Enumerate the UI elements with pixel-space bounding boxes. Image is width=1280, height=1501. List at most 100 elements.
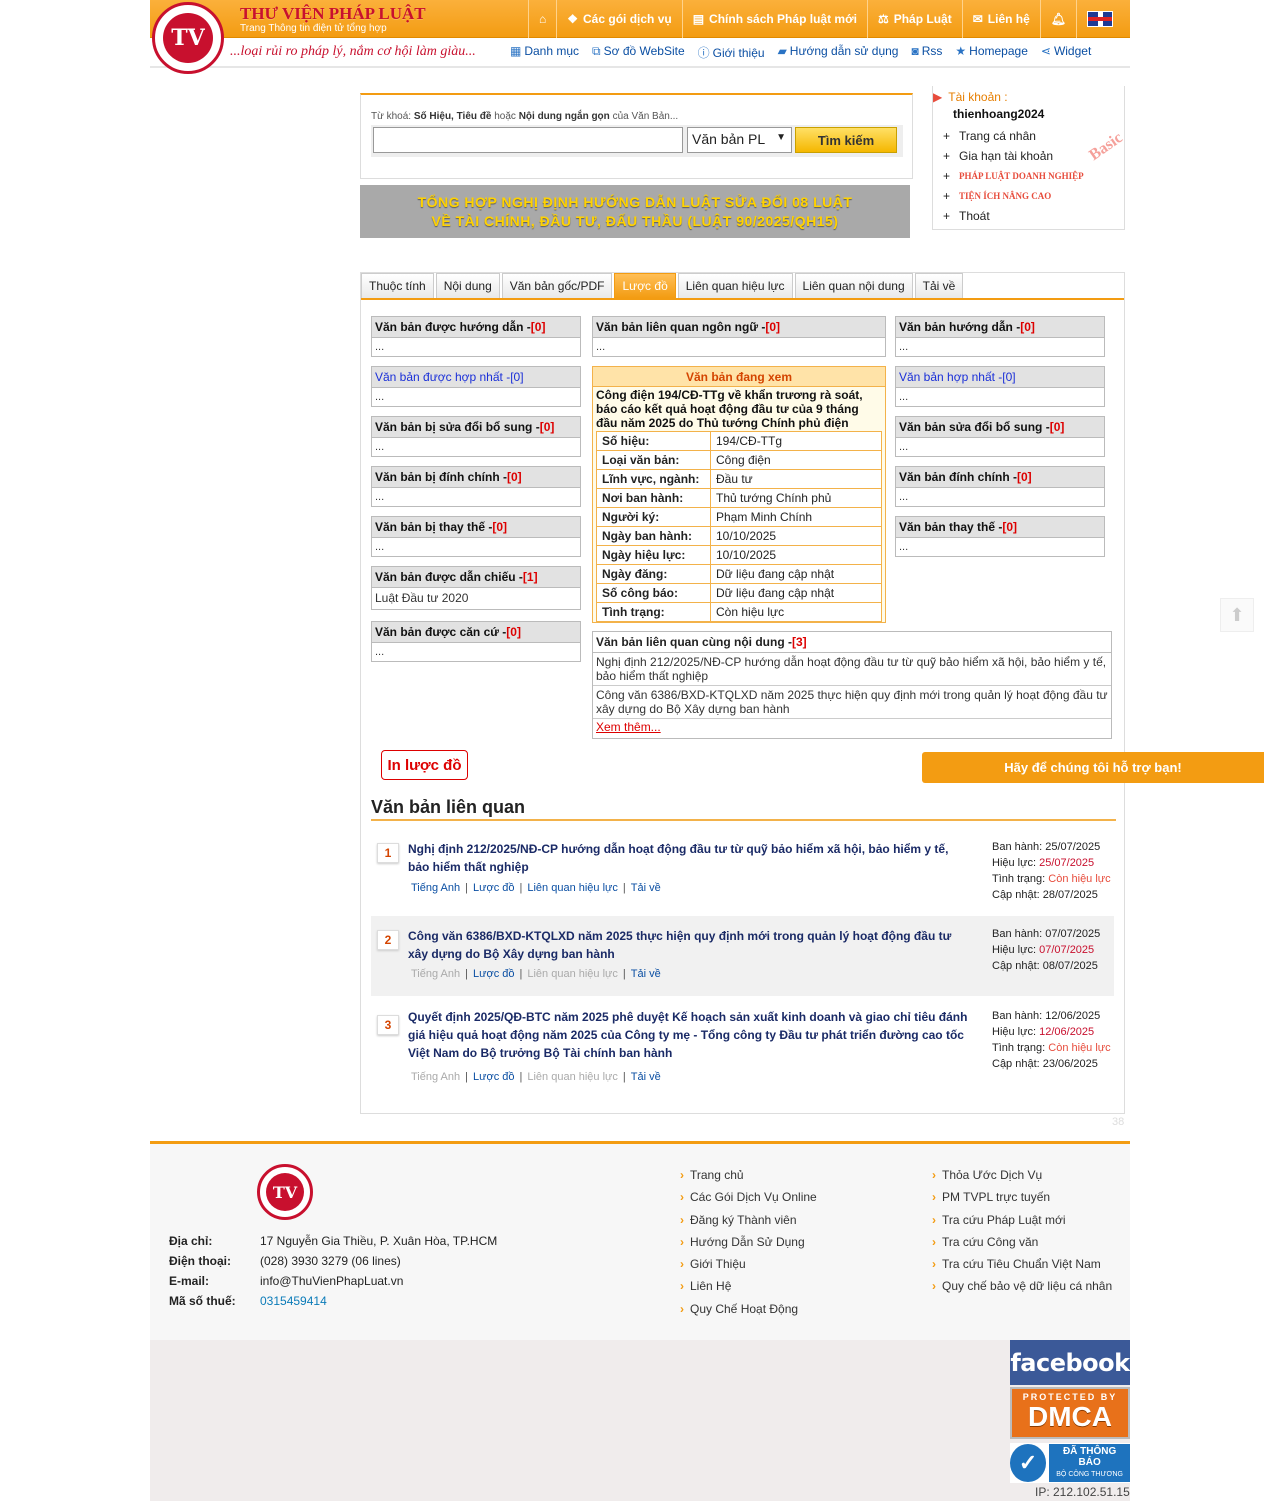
related-title-link[interactable]: Quyết định 2025/QĐ-BTC năm 2025 phê duyệ… [408, 1008, 968, 1062]
footer-logo[interactable]: TV [257, 1164, 313, 1220]
account-menu: + Trang cá nhân + Gia hạn tài khoản + PHÁP … [943, 126, 1084, 226]
link-related-validity[interactable]: Liên quan hiệu lực [527, 882, 618, 894]
tax-code-link[interactable]: 0315459414 [260, 1294, 327, 1314]
item-meta: Ban hành: 07/07/2025 Hiệu lực: 07/07/202… [992, 928, 1101, 972]
footer-link[interactable]: Đăng ký Thành viên [680, 1213, 817, 1235]
dmca-badge[interactable]: PROTECTED BY DMCA [1010, 1387, 1130, 1439]
moit-badge[interactable]: ✓ ĐÃ THÔNG BÁO BỘ CÔNG THƯƠNG [1010, 1443, 1130, 1483]
current-document-attributes: Số hiệu: 194/CĐ-TTg Loại văn bản: Công điệ… [596, 431, 882, 622]
item-links: Tiếng Anh | Lược đồ | Liên quan hiệu lực | Tải… [411, 882, 661, 894]
link-download[interactable]: Tải về [631, 882, 661, 894]
see-more-link[interactable]: Xem thêm... [593, 719, 1111, 735]
subnav-rss[interactable]: ◙ Rss [911, 44, 942, 61]
account-item-advanced[interactable]: + TIỆN ÍCH NÂNG CAO [943, 186, 1084, 206]
box-body-link[interactable]: Luật Đầu tư 2020 [372, 588, 580, 608]
promo-banner[interactable]: TỔNG HỢP NGHỊ ĐỊNH HƯỚNG DẪN LUẬT SỬA ĐỔ… [360, 185, 910, 238]
flag-icon: ▶ [933, 90, 943, 104]
plus-icon: + [943, 129, 951, 143]
account-item-profile[interactable]: + Trang cá nhân [943, 126, 1084, 146]
contact-row: Địa chỉ: 17 Nguyễn Gia Thiều, P. Xuân Hòa… [169, 1234, 498, 1248]
nav-law[interactable]: ⚖ Pháp Luật [866, 0, 962, 38]
site-logo[interactable]: TV [152, 2, 224, 74]
footer-link[interactable]: Thỏa Ước Dịch Vụ [932, 1168, 1112, 1190]
tab-related-validity[interactable]: Liên quan hiệu lực [677, 273, 793, 298]
dmca-big: DMCA [1028, 1401, 1112, 1432]
same-content-box: Văn bản liên quan cùng nội dung - [3] Ng… [592, 631, 1112, 739]
tab-related-content[interactable]: Liên quan nội dung [794, 273, 913, 298]
footer-link[interactable]: Tra cứu Tiêu Chuẩn Việt Nam [932, 1257, 1112, 1279]
link-diagram[interactable]: Lược đồ [473, 968, 515, 980]
link-diagram[interactable]: Lược đồ [473, 1071, 515, 1083]
brand-title[interactable]: THƯ VIỆN PHÁP LUẬT [240, 4, 426, 24]
footer-link[interactable]: Các Gói Dịch Vụ Online [680, 1190, 817, 1212]
notifications-button[interactable]: 🔔︎ [1039, 0, 1076, 38]
related-title-link[interactable]: Nghị định 212/2025/NĐ-CP hướng dẫn hoạt … [408, 840, 968, 876]
link-download[interactable]: Tải về [631, 968, 661, 980]
language-switch[interactable] [1076, 0, 1123, 38]
box-title: Văn bản được căn cứ - [0] [372, 622, 580, 643]
facebook-button[interactable]: facebook [1010, 1340, 1130, 1385]
tab-attributes[interactable]: Thuộc tính [361, 273, 434, 298]
search-input[interactable] [373, 127, 683, 153]
subnav-widget[interactable]: ⋖ Widget [1041, 44, 1091, 61]
box-replaced: Văn bản bị thay thế - [0] ... [371, 516, 581, 557]
attr-row: Số công báo: Dữ liệu đang cập nhật [596, 583, 882, 603]
home-icon: ⌂ [539, 12, 547, 26]
subnav-about[interactable]: ⓘ Giới thiệu [698, 44, 765, 61]
link-diagram[interactable]: Lược đồ [473, 882, 515, 894]
contact-row: Điện thoại: (028) 3930 3279 (06 lines) [169, 1254, 401, 1268]
search-panel: Từ khoá: Số Hiệu, Tiêu đề hoặc Nội dung … [360, 93, 913, 179]
subnav-guide[interactable]: ▰ Hướng dẫn sử dụng [778, 44, 899, 61]
link-download[interactable]: Tải về [631, 1071, 661, 1083]
footer-link[interactable]: Trang chủ [680, 1168, 817, 1190]
account-item-renew[interactable]: + Gia hạn tài khoản [943, 146, 1084, 166]
footer-links-col2: Thỏa Ước Dịch Vụ PM TVPL trực tuyến Tra … [932, 1168, 1112, 1302]
account-item-logout[interactable]: + Thoát [943, 206, 1084, 226]
search-button[interactable]: Tìm kiếm [795, 127, 897, 153]
footer-bottom [150, 1340, 1130, 1501]
footer-link[interactable]: Liên Hệ [680, 1279, 817, 1301]
tab-content[interactable]: Nội dung [435, 273, 500, 298]
item-meta: Ban hành: 25/07/2025 Hiệu lực: 25/07/202… [992, 841, 1111, 901]
star-icon: ★ [955, 44, 967, 58]
tab-download[interactable]: Tải về [914, 273, 964, 298]
box-basis: Văn bản được căn cứ - [0] ... [371, 621, 581, 662]
home-button[interactable]: ⌂ [528, 0, 556, 38]
plus-icon: + [943, 209, 951, 223]
box-title: Văn bản bị đính chính - [0] [372, 467, 580, 488]
link-english[interactable]: Tiếng Anh [411, 882, 460, 894]
same-content-item[interactable]: Nghị định 212/2025/NĐ-CP hướng dẫn hoạt … [593, 653, 1111, 686]
document-type-select[interactable]: Văn bản PL ▼ [687, 127, 792, 153]
same-content-item[interactable]: Công văn 6386/BXD-KTQLXD năm 2025 thực h… [593, 686, 1111, 719]
footer-link[interactable]: Hướng Dẫn Sử Dụng [680, 1235, 817, 1257]
item-links: Tiếng Anh | Lược đồ | Liên quan hiệu lực | Tải… [411, 1071, 661, 1083]
footer-link[interactable]: Giới Thiệu [680, 1257, 817, 1279]
related-title-link[interactable]: Công văn 6386/BXD-KTQLXD năm 2025 thực h… [408, 927, 968, 963]
info-icon: ⓘ [697, 46, 710, 60]
account-item-business-law[interactable]: + PHÁP LUẬT DOANH NGHIỆP [943, 166, 1084, 186]
box-body: ... [375, 341, 385, 353]
print-diagram-button[interactable]: In lược đồ [381, 750, 468, 780]
subnav-sitemap[interactable]: ⧉ Sơ đồ WebSite [592, 44, 685, 61]
footer-link[interactable]: PM TVPL trực tuyến [932, 1190, 1112, 1212]
box-title: Văn bản bị thay thế - [0] [372, 517, 580, 538]
nav-contact[interactable]: ✉ Liên hệ [961, 0, 1040, 38]
box-title: Văn bản sửa đổi bổ sung - [0] [896, 417, 1104, 438]
plan-badge: Basic [1086, 129, 1126, 165]
nav-new-policies[interactable]: ▤ Chính sách Pháp luật mới [681, 0, 867, 38]
subnav-catalog[interactable]: ▦ Danh mục [510, 44, 579, 61]
box-body: ... [375, 541, 385, 553]
footer-link[interactable]: Tra cứu Công văn [932, 1235, 1112, 1257]
scroll-to-top-button[interactable]: ⬆ [1220, 598, 1254, 632]
box-body: ... [899, 341, 909, 353]
newspaper-icon: ▤ [692, 12, 705, 26]
tab-original-pdf[interactable]: Văn bản gốc/PDF [501, 273, 613, 298]
nav-packages[interactable]: ❖ Các gói dịch vụ [556, 0, 681, 38]
footer-link[interactable]: Quy Chế Hoạt Động [680, 1302, 817, 1324]
footer-link[interactable]: Quy chế bảo vệ dữ liệu cá nhân [932, 1279, 1112, 1301]
subnav-homepage[interactable]: ★ Homepage [955, 44, 1027, 61]
tab-diagram[interactable]: Lược đồ [614, 273, 676, 298]
support-button[interactable]: Hãy để chúng tôi hỗ trợ bạn! [922, 752, 1264, 783]
box-body: ... [899, 541, 909, 553]
footer-link[interactable]: Tra cứu Pháp Luật mới [932, 1213, 1112, 1235]
